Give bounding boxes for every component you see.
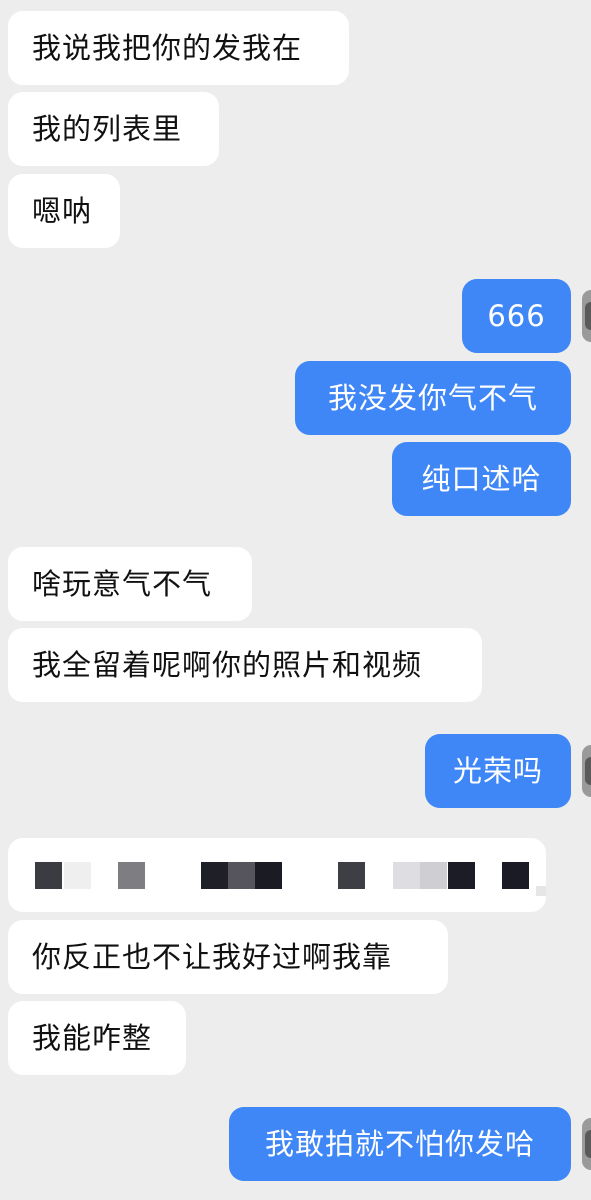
avatar[interactable] <box>582 1118 591 1170</box>
message-bubble-outgoing[interactable]: 我敢拍就不怕你发哈 <box>229 1107 571 1181</box>
message-bubble-incoming[interactable]: 我全留着呢啊你的照片和视频 <box>8 628 482 702</box>
pixelated-block <box>255 862 282 889</box>
pixelated-block <box>338 862 365 889</box>
message-bubble-outgoing[interactable]: 光荣吗 <box>425 734 571 808</box>
pixelated-block <box>118 862 145 889</box>
pixelated-block <box>35 862 62 889</box>
pixelated-block <box>228 862 255 889</box>
chat-message-list: 我说我把你的发我在 我的列表里 嗯呐 666 我没发你气不气 纯口述哈 啥玩意气… <box>0 0 591 1200</box>
message-bubble-outgoing[interactable]: 纯口述哈 <box>392 442 571 516</box>
message-bubble-outgoing[interactable]: 我没发你气不气 <box>295 361 571 435</box>
avatar[interactable] <box>582 290 591 342</box>
pixelated-block <box>502 862 529 889</box>
message-bubble-incoming-redacted[interactable] <box>8 838 546 912</box>
message-bubble-incoming[interactable]: 我能咋整 <box>8 1001 186 1075</box>
message-bubble-incoming[interactable]: 你反正也不让我好过啊我靠 <box>8 920 448 994</box>
message-bubble-incoming[interactable]: 啥玩意气不气 <box>8 547 252 621</box>
pixelated-block <box>393 862 420 889</box>
avatar[interactable] <box>582 745 591 797</box>
pixelated-block <box>420 862 447 889</box>
message-bubble-incoming[interactable]: 我的列表里 <box>8 92 219 166</box>
pixelated-block <box>201 862 228 889</box>
pixelated-block <box>536 886 546 896</box>
message-bubble-incoming[interactable]: 我说我把你的发我在 <box>8 11 349 85</box>
pixelated-block <box>64 862 91 889</box>
pixelated-block <box>448 862 475 889</box>
message-bubble-outgoing[interactable]: 666 <box>462 279 571 353</box>
message-bubble-incoming[interactable]: 嗯呐 <box>8 174 120 248</box>
